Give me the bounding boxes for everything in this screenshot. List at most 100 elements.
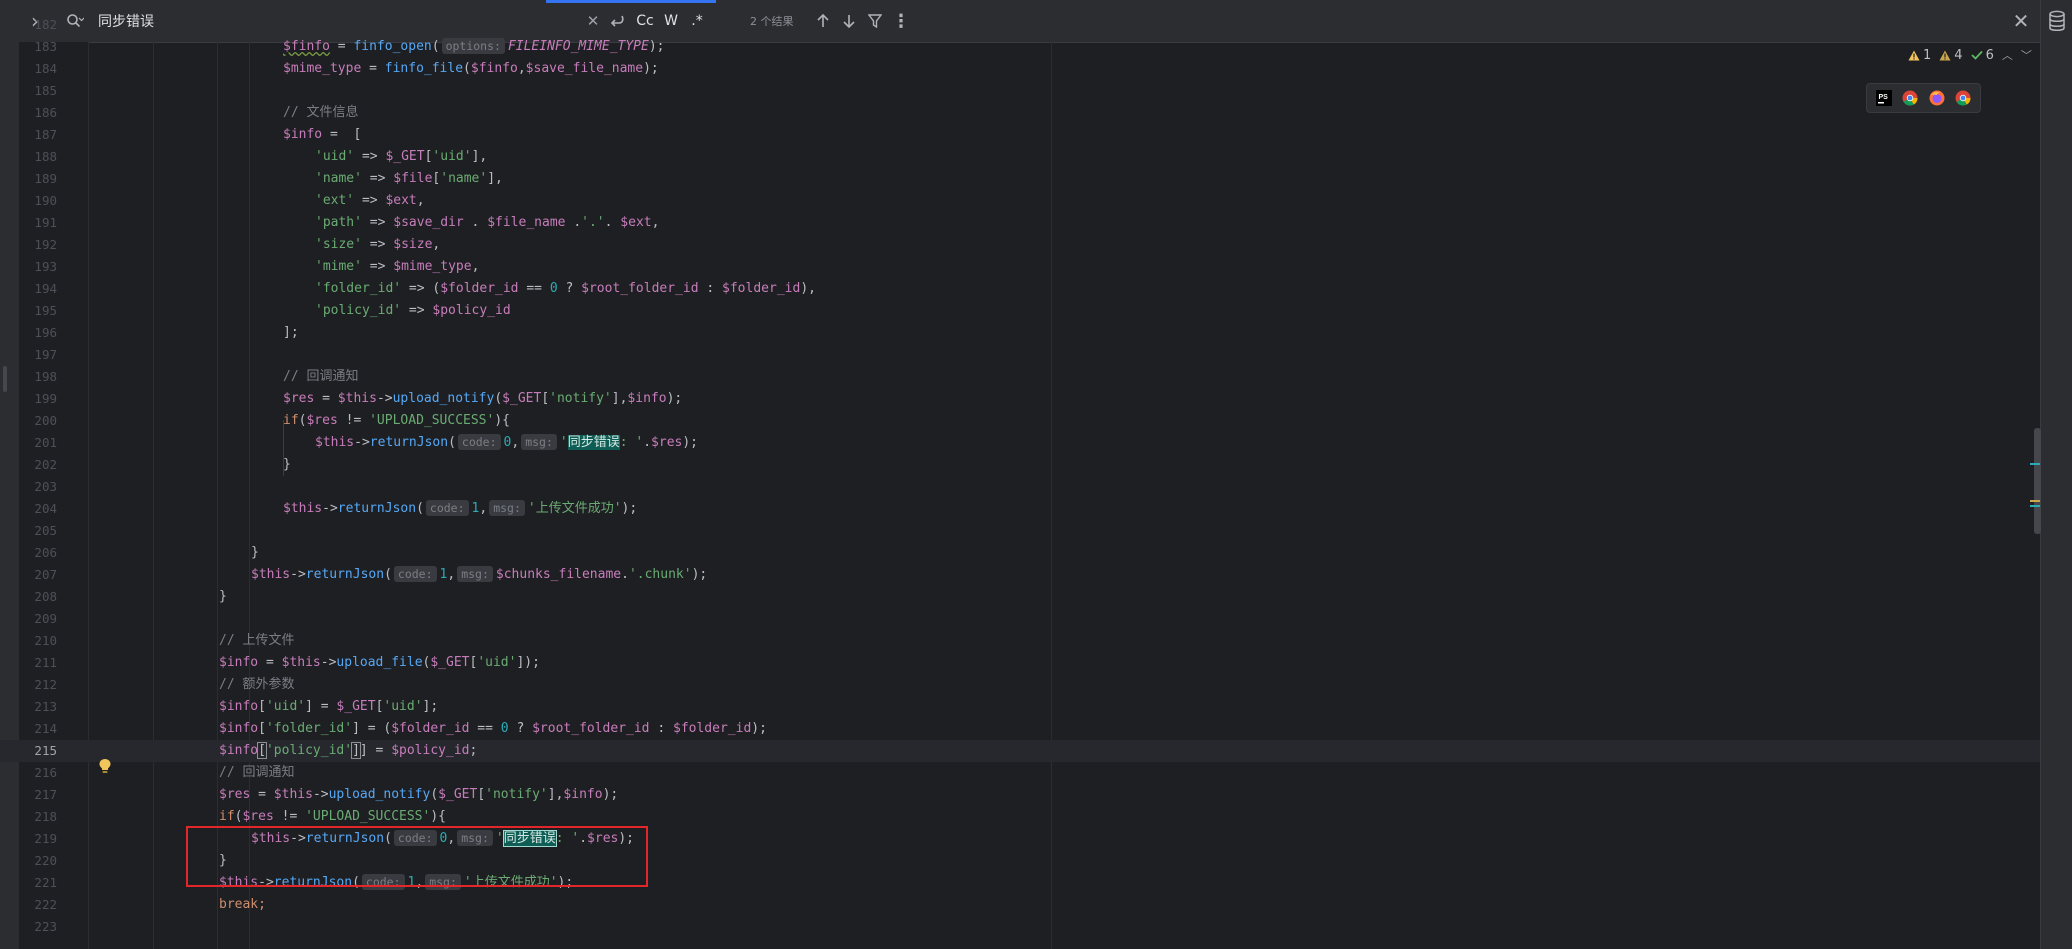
warning-icon [1908,50,1920,60]
annotation-highlight-box [186,826,648,887]
line-number: 200 [34,413,57,428]
code-line: 194 'folder_id' => ($folder_id == 0 ? $r… [0,278,2040,300]
line-number: 208 [34,589,57,604]
code-text: $info['uid'] = $_GET['uid']; [219,699,439,714]
code-line: 183 $finfo = finfo_open(options: FILEINFO… [0,36,2040,58]
ok-count[interactable]: 6 [1970,48,1994,63]
line-number: 198 [34,369,57,384]
code-text: $info['folder_id'] = ($folder_id == 0 ? … [219,721,767,736]
code-line: 199 $res = $this->upload_notify($_GET['n… [0,388,2040,410]
line-number: 187 [34,127,57,142]
code-line: 211 $info = $this->upload_file($_GET['ui… [0,652,2040,674]
line-number: 217 [34,787,57,802]
code-line: 191 'path' => $save_dir . $file_name .'.… [0,212,2040,234]
code-text: } [283,457,291,472]
param-hint: msg: [489,500,525,516]
line-number: 222 [34,897,57,912]
line-number: 183 [34,39,57,54]
search-match-marker[interactable] [2030,505,2040,507]
code-line: 203 [0,476,2040,498]
chrome-icon[interactable] [1955,90,1971,106]
line-number: 195 [34,303,57,318]
code-line: 185 [0,80,2040,102]
code-line: 213 $info['uid'] = $_GET['uid']; [0,696,2040,718]
line-number: 191 [34,215,57,230]
line-number: 213 [34,699,57,714]
code-line: 186 // 文件信息 [0,102,2040,124]
code-line: 202 } [0,454,2040,476]
line-number: 196 [34,325,57,340]
right-tool-strip [2040,0,2072,949]
ide-window: › 同步错误 ✕ Cc W .* 2 个结果 ⋮ ✕ 182 183 $finf… [0,0,2072,949]
line-number: 193 [34,259,57,274]
code-line: 217 $res = $this->upload_notify($_GET['n… [0,784,2040,806]
code-text: $res = $this->upload_notify($_GET['notif… [219,787,619,802]
line-number: 189 [34,171,57,186]
code-line: 184 $mime_type = finfo_file($finfo,$save… [0,58,2040,80]
line-number: 211 [34,655,57,670]
code-text: } [251,545,259,560]
line-number: 210 [34,633,57,648]
code-text: $info['policy_id']] = $policy_id; [219,742,478,759]
bulb-icon[interactable] [98,758,112,778]
code-line: 195 'policy_id' => $policy_id [0,300,2040,322]
code-line: 201 $this->returnJson(code: 0, msg: '同步错误: … [0,432,2040,454]
warning-count-b[interactable]: 4 [1939,48,1963,63]
line-number: 216 [34,765,57,780]
line-number: 223 [34,919,57,934]
indent-guide [283,420,284,476]
line-number: 215 [34,743,57,758]
code-line: 223 [0,916,2040,938]
code-line: 188 'uid' => $_GET['uid'], [0,146,2040,168]
line-number: 184 [34,61,57,76]
code-line: 198 // 回调通知 [0,366,2040,388]
code-text: $this->returnJson(code: 1, msg: $chunks_fil… [251,566,708,582]
line-number: 205 [34,523,57,538]
inspections-widget[interactable]: 1 4 6 ︿ ﹀ [1908,44,2032,66]
code-text: $mime_type = finfo_file($finfo,$save_fil… [283,61,659,76]
firefox-icon[interactable] [1929,90,1945,106]
code-line: 204 $this->returnJson(code: 1, msg: '上传文件成功… [0,498,2040,520]
code-line: 216 // 回调通知 [0,762,2040,784]
line-number: 204 [34,501,57,516]
code-text: $info = $this->upload_file($_GET['uid'])… [219,655,540,670]
chevron-down-icon[interactable]: ﹀ [2021,47,2032,63]
chevron-up-icon[interactable]: ︿ [2002,47,2013,63]
code-line: 193 'mime' => $mime_type, [0,256,2040,278]
line-number: 212 [34,677,57,692]
param-hint: code: [425,500,469,516]
comment: // 文件信息 [283,105,359,120]
code-text: 'uid' => $_GET['uid'], [315,149,488,164]
line-number: 209 [34,611,57,626]
code-text: 'path' => $save_dir . $file_name .'.'. $… [315,215,660,230]
database-icon[interactable] [2047,10,2067,36]
comment: // 上传文件 [219,633,295,648]
code-line: 206 } [0,542,2040,564]
chrome-icon[interactable] [1902,90,1918,106]
code-line: 212 // 额外参数 [0,674,2040,696]
line-number: 221 [34,875,57,890]
line-number: 190 [34,193,57,208]
line-number: 218 [34,809,57,824]
line-number: 182 [34,17,57,32]
vertical-scrollbar[interactable] [2034,428,2041,534]
code-text: 'ext' => $ext, [315,193,425,208]
line-number: 188 [34,149,57,164]
code-line: 214 $info['folder_id'] = ($folder_id == … [0,718,2040,740]
line-number: 203 [34,479,57,494]
code-text: 'policy_id' => $policy_id [315,303,511,318]
svg-text:PS: PS [1879,94,1889,101]
param-hint: code: [457,434,501,450]
warning-marker[interactable] [2030,500,2040,502]
code-line: 196 ]; [0,322,2040,344]
search-match-marker[interactable] [2030,463,2040,465]
code-text: break; [219,897,266,912]
line-number: 206 [34,545,57,560]
code-line: 205 [0,520,2040,542]
comment: // 额外参数 [219,677,295,692]
param-hint: code: [393,566,437,582]
phpstorm-icon[interactable]: PS [1876,90,1893,106]
line-number: 199 [34,391,57,406]
code-text: $this->returnJson(code: 0, msg: '同步错误: '.$r… [315,434,699,450]
warning-count-a[interactable]: 1 [1908,48,1931,63]
